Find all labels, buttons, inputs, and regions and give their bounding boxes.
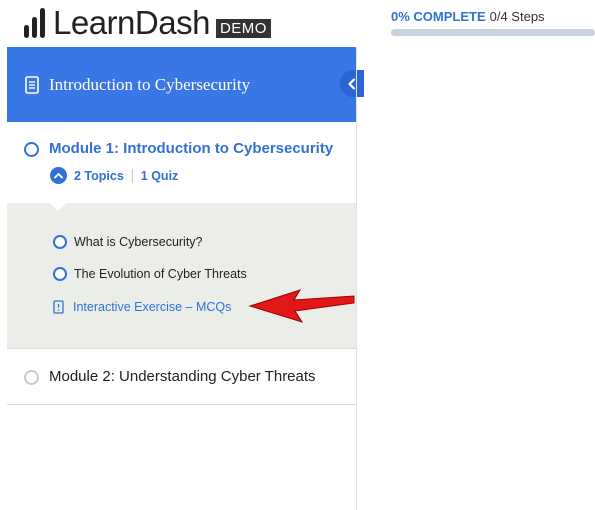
bar-chart-icon	[24, 8, 45, 38]
course-title: Introduction to Cybersecurity	[49, 74, 251, 94]
topic-label: What is Cybersecurity?	[74, 235, 203, 249]
topic-item[interactable]: What is Cybersecurity?	[53, 235, 203, 249]
quiz-count[interactable]: 1 Quiz	[141, 169, 179, 183]
quiz-item[interactable]: Interactive Exercise – MCQs	[53, 300, 231, 314]
module-item-2[interactable]: Module 2: Understanding Cyber Threats	[7, 348, 356, 405]
topics-panel: What is Cybersecurity? The Evolution of …	[7, 202, 356, 348]
status-circle-icon	[24, 370, 39, 385]
red-arrow-icon	[248, 289, 355, 323]
module-item-1[interactable]: Module 1: Introduction to Cybersecurity …	[7, 122, 356, 203]
progress-bar	[391, 29, 595, 36]
course-header[interactable]: Introduction to Cybersecurity	[7, 47, 364, 122]
panel-caret	[49, 202, 67, 211]
progress-percent: 0% COMPLETE	[391, 9, 486, 24]
logo-text: LearnDash	[53, 4, 210, 41]
status-circle-icon	[24, 142, 39, 157]
status-circle-icon	[53, 235, 67, 249]
course-sidebar: Introduction to Cybersecurity Module 1: …	[7, 47, 364, 510]
meta-divider	[131, 168, 133, 183]
expand-toggle-button[interactable]	[50, 167, 67, 184]
module-title[interactable]: Module 2: Understanding Cyber Threats	[49, 368, 316, 385]
module-title[interactable]: Module 1: Introduction to Cybersecurity	[49, 140, 333, 157]
course-progress: 0% COMPLETE 0/4 Steps	[391, 9, 545, 24]
status-circle-icon	[53, 267, 67, 281]
quiz-icon	[53, 300, 64, 314]
topics-count[interactable]: 2 Topics	[74, 169, 124, 183]
progress-steps: 0/4 Steps	[489, 9, 545, 24]
topic-label: The Evolution of Cyber Threats	[74, 267, 247, 281]
sidebar-divider	[356, 47, 357, 510]
learndash-logo[interactable]: LearnDash DEMO	[24, 4, 271, 41]
collapse-sidebar-button[interactable]	[340, 70, 364, 97]
topic-item[interactable]: The Evolution of Cyber Threats	[53, 267, 247, 281]
document-icon	[25, 75, 39, 94]
module-meta: 2 Topics 1 Quiz	[50, 167, 178, 184]
quiz-label: Interactive Exercise – MCQs	[73, 300, 232, 314]
chevron-up-icon	[54, 173, 63, 179]
logo-badge: DEMO	[215, 18, 271, 38]
